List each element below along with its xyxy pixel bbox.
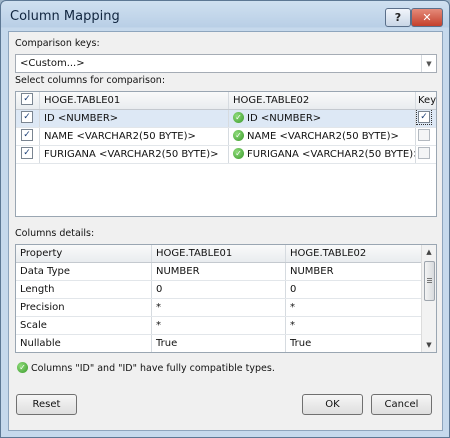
- table2-value: *: [290, 320, 295, 331]
- check-circle-icon: ✓: [233, 129, 244, 141]
- table-row[interactable]: Nullable True True: [16, 335, 422, 352]
- row-table2-cell[interactable]: ✓ FURIGANA <VARCHAR2(50 BYTE)>: [229, 146, 416, 163]
- column-details-label: Columns details:: [15, 228, 95, 239]
- row-table2-column: NAME <VARCHAR2(50 BYTE)>: [247, 131, 399, 142]
- row-table2-cell[interactable]: ✓ NAME <VARCHAR2(50 BYTE)>: [229, 128, 416, 145]
- row-table2-column: ID <NUMBER>: [247, 113, 322, 124]
- property-name: Length: [16, 281, 152, 298]
- close-button[interactable]: ✕: [411, 8, 443, 27]
- select-all-cell[interactable]: ✓: [16, 92, 40, 109]
- comparison-keys-dropdown[interactable]: <Custom...> ▼: [15, 54, 437, 73]
- status-text: Columns "ID" and "ID" have fully compati…: [31, 363, 275, 374]
- property-name: Nullable: [16, 335, 152, 352]
- table2-value: NUMBER: [290, 266, 334, 277]
- row-table2-cell[interactable]: ✓ ID <NUMBER>: [229, 110, 416, 127]
- header-property: Property: [16, 245, 152, 262]
- table1-value: *: [152, 317, 286, 334]
- scroll-up-icon[interactable]: ▲: [422, 245, 436, 259]
- check-circle-icon: ✓: [233, 111, 244, 123]
- row-key-cell: [416, 146, 436, 163]
- property-name: Scale: [16, 317, 152, 334]
- table-row[interactable]: ✓ ID <NUMBER> ✓ ID <NUMBER> ✓: [16, 110, 436, 128]
- table2-value: *: [290, 302, 295, 313]
- row-key-cell: ✓: [416, 110, 436, 127]
- chevron-down-icon[interactable]: ▼: [421, 55, 436, 72]
- table-row[interactable]: Precision * *: [16, 299, 422, 317]
- window-title: Column Mapping: [10, 9, 120, 24]
- column-selection-grid: ✓ HOGE.TABLE01 HOGE.TABLE02 Key ✓ ID <NU…: [15, 91, 437, 217]
- table1-value: NUMBER: [152, 263, 286, 280]
- row-table1-column: NAME <VARCHAR2(50 BYTE)>: [40, 128, 229, 145]
- header-table2: HOGE.TABLE02: [290, 248, 367, 259]
- header-table1: HOGE.TABLE01: [152, 245, 286, 262]
- row-table1-column: ID <NUMBER>: [40, 110, 229, 127]
- key-checkbox[interactable]: [418, 129, 430, 141]
- select-columns-label: Select columns for comparison:: [15, 75, 166, 86]
- table2-value: True: [290, 338, 312, 349]
- cancel-button[interactable]: Cancel: [371, 394, 432, 415]
- ok-button[interactable]: OK: [302, 394, 363, 415]
- key-checkbox[interactable]: [418, 147, 430, 159]
- property-name: Data Type: [16, 263, 152, 280]
- row-table2-column: FURIGANA <VARCHAR2(50 BYTE)>: [247, 149, 416, 160]
- row-checkbox[interactable]: ✓: [21, 111, 33, 123]
- table-row[interactable]: Data Type NUMBER NUMBER: [16, 263, 422, 281]
- help-button[interactable]: ?: [385, 8, 411, 27]
- check-circle-icon: ✓: [17, 362, 28, 373]
- column-mapping-window: Column Mapping ? ✕ Comparison keys: <Cus…: [0, 0, 450, 438]
- row-table1-column: FURIGANA <VARCHAR2(50 BYTE)>: [40, 146, 229, 163]
- column-details-grid: Property HOGE.TABLE01 HOGE.TABLE02 Data …: [15, 244, 437, 353]
- grid-header-row: ✓ HOGE.TABLE01 HOGE.TABLE02 Key: [16, 92, 436, 110]
- row-key-cell: [416, 128, 436, 145]
- scroll-thumb[interactable]: [424, 261, 435, 301]
- header-key[interactable]: Key: [416, 92, 436, 109]
- row-check-cell: ✓: [16, 128, 40, 145]
- select-all-checkbox[interactable]: ✓: [21, 93, 33, 105]
- dialog-body: Comparison keys: <Custom...> ▼ Select co…: [8, 31, 443, 431]
- table1-value: 0: [152, 281, 286, 298]
- comparison-keys-value: <Custom...>: [20, 58, 85, 69]
- scroll-down-icon[interactable]: ▼: [422, 338, 436, 352]
- table-row[interactable]: Length 0 0: [16, 281, 422, 299]
- row-check-cell: ✓: [16, 110, 40, 127]
- details-header-row: Property HOGE.TABLE01 HOGE.TABLE02: [16, 245, 422, 263]
- table1-value: True: [152, 335, 286, 352]
- table-row[interactable]: ✓ NAME <VARCHAR2(50 BYTE)> ✓ NAME <VARCHA…: [16, 128, 436, 146]
- row-checkbox[interactable]: ✓: [21, 129, 33, 141]
- comparison-keys-label: Comparison keys:: [15, 38, 100, 49]
- status-message: ✓ Columns "ID" and "ID" have fully compat…: [17, 362, 275, 374]
- table-row[interactable]: Scale * *: [16, 317, 422, 335]
- table1-value: *: [152, 299, 286, 316]
- header-table2[interactable]: HOGE.TABLE02: [229, 92, 416, 109]
- header-table1[interactable]: HOGE.TABLE01: [40, 92, 229, 109]
- details-scrollbar[interactable]: ▲ ▼: [421, 245, 436, 352]
- check-circle-icon: ✓: [233, 147, 244, 159]
- reset-button[interactable]: Reset: [16, 394, 77, 415]
- title-bar[interactable]: Column Mapping ? ✕: [1, 1, 449, 31]
- row-check-cell: ✓: [16, 146, 40, 163]
- key-checkbox[interactable]: ✓: [416, 110, 432, 125]
- property-name: Precision: [16, 299, 152, 316]
- table2-value: 0: [290, 284, 297, 295]
- table-row[interactable]: ✓ FURIGANA <VARCHAR2(50 BYTE)> ✓ FURIGANA…: [16, 146, 436, 164]
- row-checkbox[interactable]: ✓: [21, 147, 33, 159]
